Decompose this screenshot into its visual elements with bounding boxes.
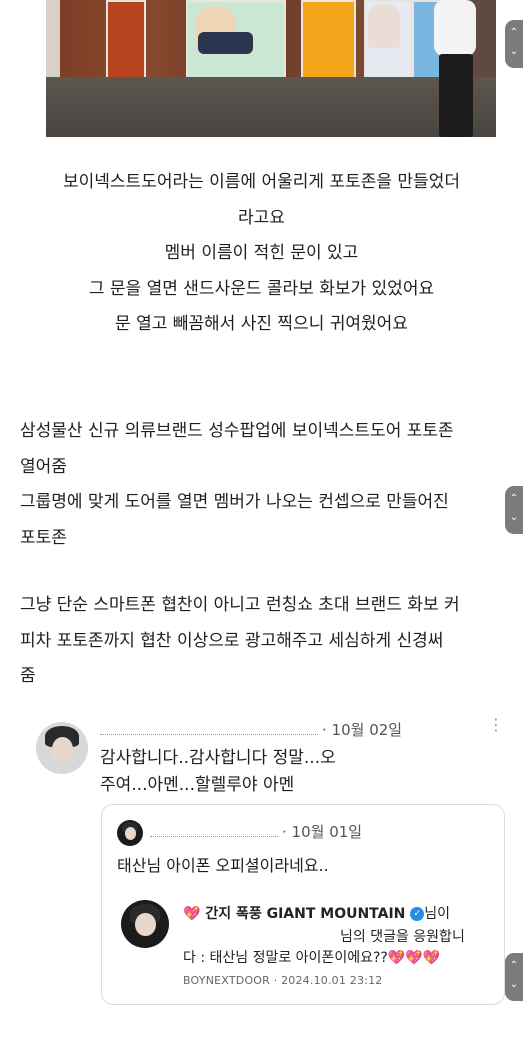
comment-text: 감사합니다..감사합니다 정말...오 주여...아멘...할렐루야 아멘 bbox=[100, 745, 500, 799]
body-line: 열어줌 bbox=[20, 456, 67, 477]
notice-tail: 님이 bbox=[424, 906, 451, 922]
quoted-avatar[interactable] bbox=[117, 820, 143, 846]
body-line: 삼성물산 신규 의류브랜드 성수팝업에 보이넥스트도어 포토존 bbox=[20, 421, 454, 441]
intro-line: 보이넥스트도어라는 이름에 어울리게 포토존을 만들었더 bbox=[63, 172, 460, 192]
intro-line: 그 문을 열면 샌드사운드 콜라보 화보가 있었어요 bbox=[88, 278, 435, 299]
hearts-icon: 💖💖💖 bbox=[387, 950, 441, 966]
chevron-up-icon: ⌃ bbox=[509, 27, 519, 38]
artist-name[interactable]: 간지 폭풍 GIANT MOUNTAIN bbox=[205, 906, 405, 922]
cheer-notice-line: 님의 댓글을 응원합니 bbox=[340, 929, 465, 945]
comment-date: · 10월 02일 bbox=[322, 721, 403, 739]
body-line: 그냥 단순 스마트폰 협찬이 아니고 런칭쇼 초대 브랜드 화보 커 bbox=[20, 595, 460, 615]
artist-avatar[interactable] bbox=[121, 900, 169, 948]
intro-line: 멤버 이름이 적힌 문이 있고 bbox=[164, 243, 359, 263]
comment-avatar[interactable] bbox=[36, 722, 88, 774]
body-line: 줌 bbox=[20, 666, 36, 686]
scroll-button-bottom[interactable]: ⌃ ⌄ bbox=[505, 953, 523, 1001]
chevron-down-icon: ⌄ bbox=[509, 46, 519, 57]
intro-paragraph: 보이넥스트도어라는 이름에 어울리게 포토존을 만들었더 라고요 멤버 이름이 … bbox=[0, 165, 523, 343]
body-line: 포토존 bbox=[20, 527, 67, 548]
chevron-down-icon: ⌄ bbox=[509, 979, 519, 990]
quoted-text: 태산님 아이폰 오피셜이라네요.. bbox=[117, 856, 329, 875]
cheer-footer: BOYNEXTDOOR · 2024.10.01 23:12 bbox=[183, 974, 383, 987]
cheer-notice-header: 💖 간지 폭풍 GIANT MOUNTAIN ✓ 님이 bbox=[183, 903, 450, 923]
quoted-meta: · 10월 01일 bbox=[150, 821, 362, 842]
redacted-username bbox=[150, 827, 278, 837]
intro-line: 문 열고 빼꼼해서 사진 찍으니 귀여웠어요 bbox=[115, 314, 408, 334]
body-paragraph-2: 그냥 단순 스마트폰 협찬이 아니고 런칭쇼 초대 브랜드 화보 커 피차 포토… bbox=[20, 588, 520, 695]
body-line: 그룹명에 맞게 도어를 열면 멤버가 나오는 컨셉으로 만들어진 bbox=[20, 492, 449, 512]
cheer-quote-text: 다 : 태산님 정말로 아이폰이에요?? bbox=[183, 950, 388, 966]
body-line: 피차 포토존까지 협찬 이상으로 광고해주고 세심하게 신경써 bbox=[20, 630, 444, 651]
photo-zone-image bbox=[46, 0, 496, 137]
chevron-up-icon: ⌃ bbox=[509, 960, 519, 971]
verified-icon: ✓ bbox=[410, 907, 425, 921]
comment-line: 주여...아멘...할렐루야 아멘 bbox=[100, 775, 295, 795]
comment-line: 감사합니다..감사합니다 정말...오 bbox=[100, 748, 336, 768]
more-options-icon[interactable]: ⋮ bbox=[488, 717, 504, 733]
heart-icon: 💖 bbox=[183, 906, 201, 922]
body-paragraph-1: 삼성물산 신규 의류브랜드 성수팝업에 보이넥스트도어 포토존 열어줌 그룹명에… bbox=[20, 414, 520, 556]
cheer-notice-quote: 다 : 태산님 정말로 아이폰이에요??💖💖💖 bbox=[183, 947, 440, 967]
scroll-button-top[interactable]: ⌃ ⌄ bbox=[505, 20, 523, 68]
comment-meta: · 10월 02일 bbox=[100, 719, 402, 740]
quoted-date: · 10월 01일 bbox=[282, 823, 363, 841]
intro-line: 라고요 bbox=[238, 207, 285, 228]
redacted-username bbox=[100, 725, 318, 735]
